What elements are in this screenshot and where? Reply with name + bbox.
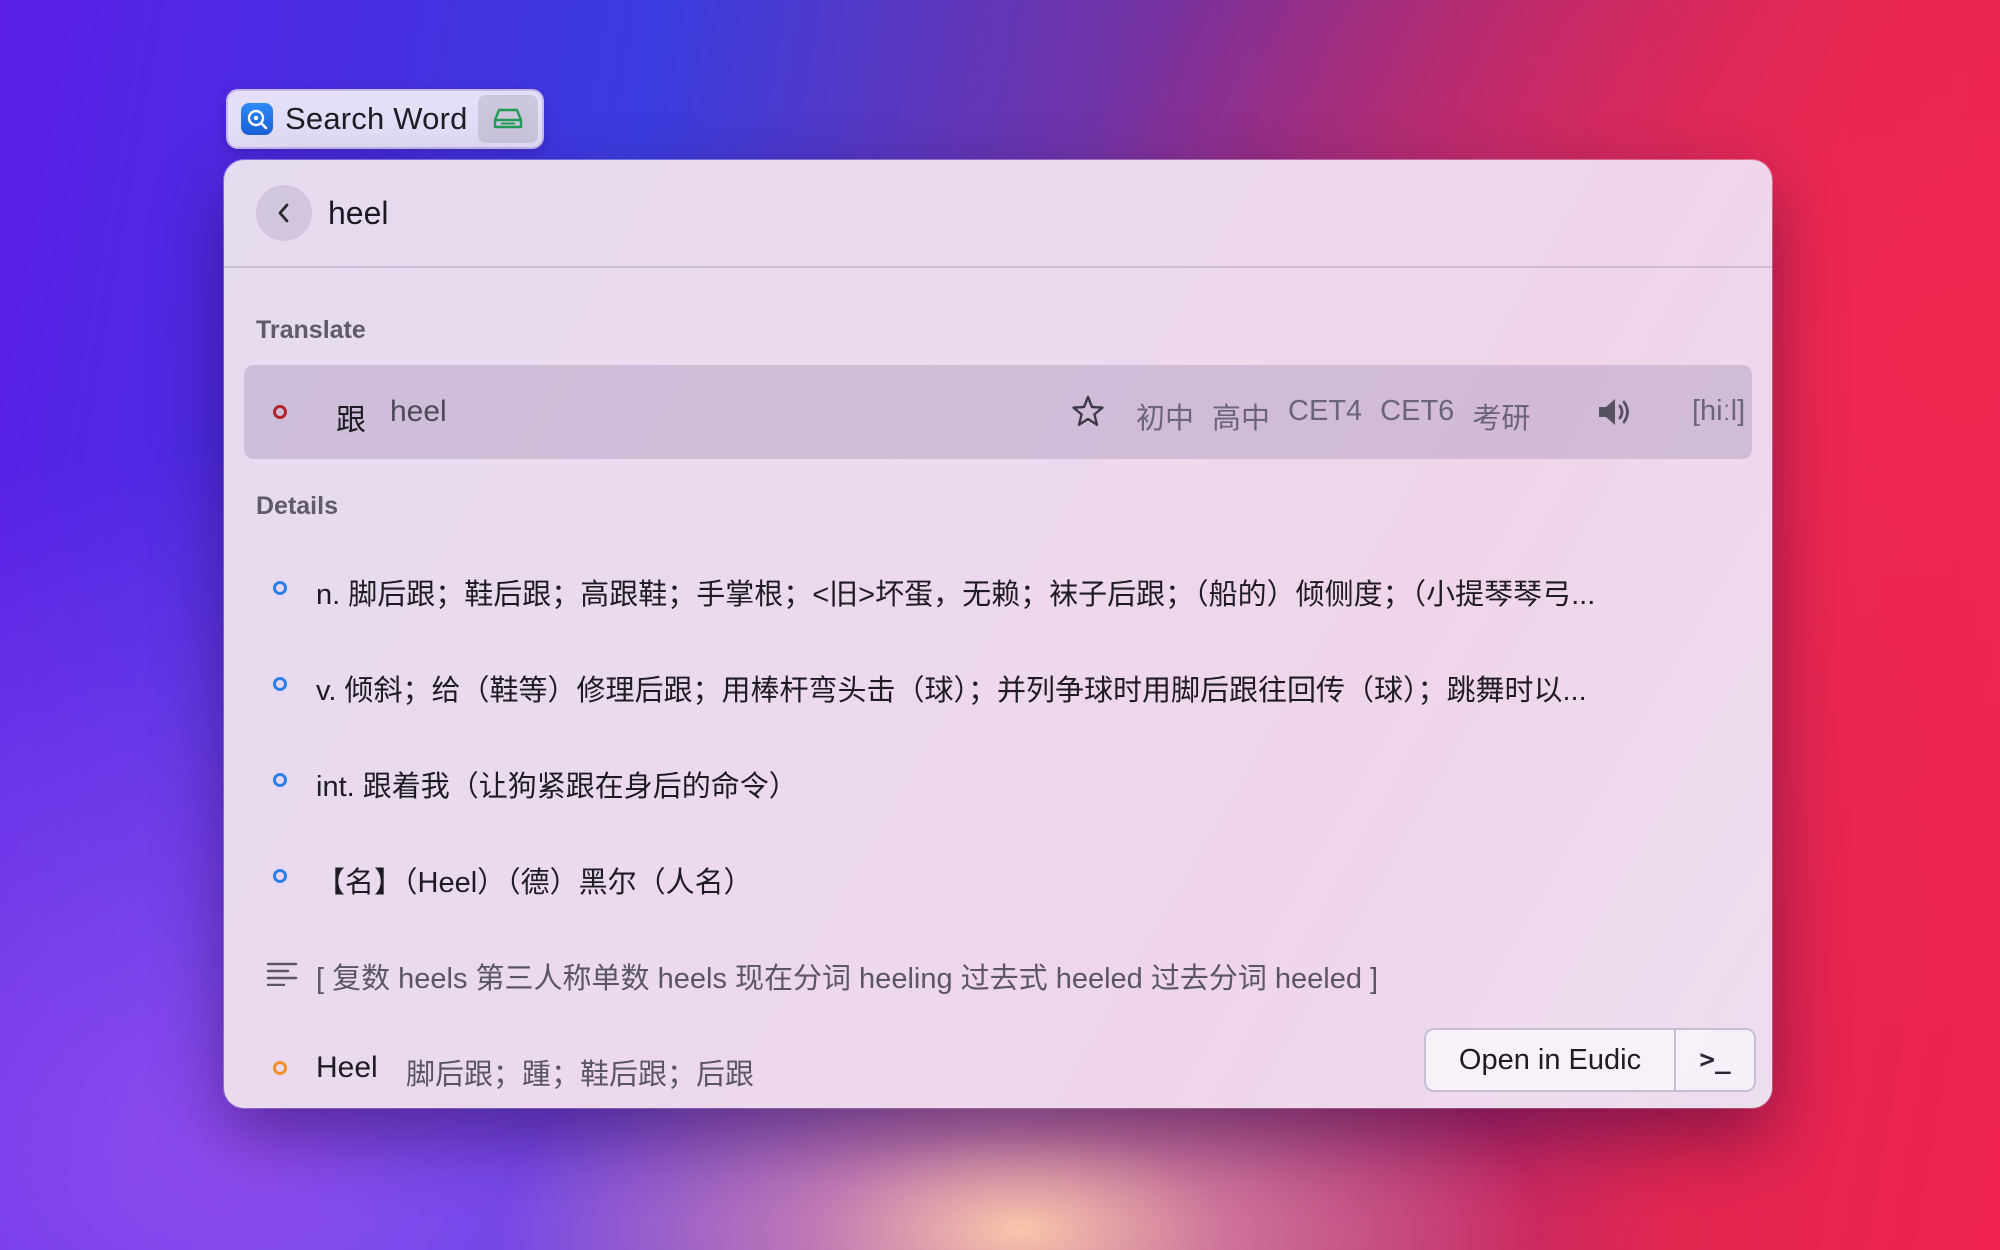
detail-item[interactable]: n. 脚后跟；鞋后跟；高跟鞋；手掌根；<旧>坏蛋，无赖；袜子后跟；（船的）倾侧度… (224, 558, 1772, 618)
level-tag: CET6 (1380, 395, 1455, 427)
detail-marker-icon (273, 581, 287, 595)
back-button[interactable] (256, 185, 312, 241)
detail-marker-icon (273, 869, 287, 883)
related-word: Heel (316, 1051, 378, 1084)
chevron-left-icon (278, 203, 289, 223)
related-definition: 脚后跟；踵；鞋后跟；后跟 (406, 1059, 755, 1091)
text-lines-icon (266, 960, 298, 991)
action-bar: Open in Eudic >_ (1424, 1028, 1756, 1092)
window-title: Search Word (285, 101, 468, 136)
result-marker-icon (273, 405, 287, 419)
drive-icon (493, 108, 523, 129)
detail-item[interactable]: int. 跟着我（让狗紧跟在身后的命令） (224, 750, 1772, 810)
star-icon[interactable] (1070, 393, 1106, 434)
detail-item[interactable]: v. 倾斜；给（鞋等）修理后跟；用棒杆弯头击（球）；并列争球时用脚后跟往回传（球… (224, 654, 1772, 714)
open-in-eudic-button[interactable]: Open in Eudic (1426, 1030, 1676, 1090)
word-forms-row[interactable]: [ 复数 heels 第三人称单数 heels 现在分词 heeling 过去式… (224, 942, 1772, 1002)
related-marker-icon (273, 1061, 287, 1075)
detail-item[interactable]: 【名】（Heel）（德）黑尔（人名） (224, 846, 1772, 906)
detail-text: int. 跟着我（让狗紧跟在身后的命令） (316, 771, 798, 803)
detail-marker-icon (273, 773, 287, 787)
eudic-app-icon (241, 103, 273, 135)
speaker-icon[interactable] (1596, 395, 1636, 434)
detail-text: v. 倾斜；给（鞋等）修理后跟；用棒杆弯头击（球）；并列争球时用脚后跟往回传（球… (316, 675, 1587, 707)
level-tag: 初中 (1136, 403, 1195, 435)
section-title-translate: Translate (256, 316, 366, 344)
search-input[interactable]: heel (328, 195, 389, 232)
detail-marker-icon (273, 677, 287, 691)
translated-word: 跟 (336, 404, 366, 437)
detail-text: n. 脚后跟；鞋后跟；高跟鞋；手掌根；<旧>坏蛋，无赖；袜子后跟；（船的）倾侧度… (316, 579, 1596, 611)
level-tags: 初中 高中 CET4 CET6 考研 (1136, 395, 1530, 437)
translate-result-row[interactable]: 跟 heel 初中 高中 CET4 CET6 考研 [hiːl] (244, 365, 1752, 459)
word-forms: [ 复数 heels 第三人称单数 heels 现在分词 heeling 过去式… (316, 963, 1379, 995)
search-bar: heel (224, 160, 1772, 268)
level-tag: CET4 (1288, 395, 1363, 427)
phonetic: [hiːl] (1692, 395, 1746, 427)
detail-text: 【名】（Heel）（德）黑尔（人名） (316, 867, 753, 899)
level-tag: 高中 (1212, 403, 1271, 435)
source-word: heel (390, 395, 447, 428)
section-title-details: Details (256, 492, 338, 520)
window-title-pill: Search Word (226, 89, 544, 149)
terminal-button[interactable]: >_ (1676, 1030, 1754, 1090)
level-tag: 考研 (1472, 403, 1531, 435)
dictionary-panel: heel Translate 跟 heel 初中 高中 CET4 CET6 考研… (224, 160, 1772, 1108)
drive-button[interactable] (478, 95, 538, 143)
